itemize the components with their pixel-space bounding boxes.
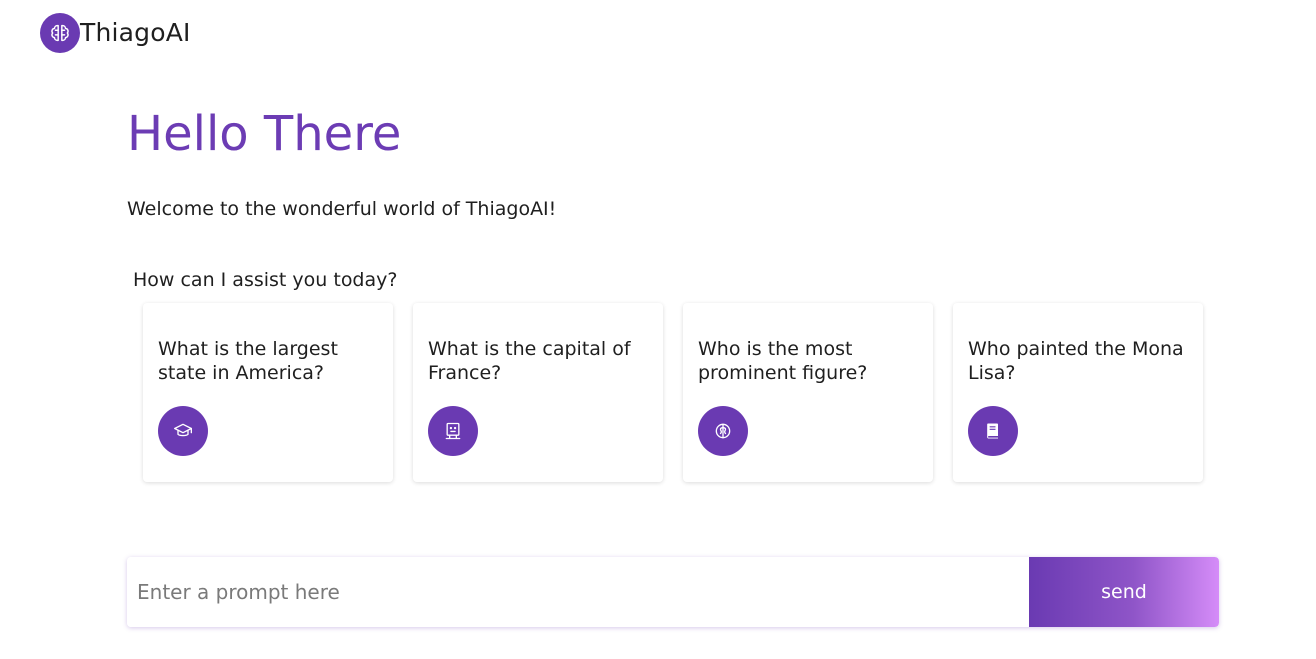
prompt-input[interactable] [127,557,1029,627]
graduation-cap-icon [158,406,208,456]
brain-icon [698,406,748,456]
book-icon [968,406,1018,456]
suggestion-card-capital-france[interactable]: What is the capital of France? [413,303,663,482]
brand[interactable]: ThiagoAI [40,13,191,53]
page: ThiagoAI Hello There Welcome to the wond… [0,0,1316,659]
robot-icon [428,406,478,456]
welcome-text: Welcome to the wonderful world of Thiago… [127,198,557,220]
suggestion-card-text: Who painted the Mona Lisa? [968,338,1184,384]
app-name: ThiagoAI [80,18,191,47]
suggestion-card-text: What is the capital of France? [428,338,631,384]
send-button[interactable]: send [1029,557,1219,627]
suggestion-card-text: Who is the most prominent figure? [698,338,868,384]
prompt-bar: send [127,557,1219,627]
suggestion-card-mona-lisa[interactable]: Who painted the Mona Lisa? [953,303,1203,482]
page-title: Hello There [127,106,402,162]
suggestion-card-text: What is the largest state in America? [158,338,338,384]
assist-prompt-text: How can I assist you today? [133,269,398,291]
brain-logo-icon [40,13,80,53]
suggestion-card-prominent-figure[interactable]: Who is the most prominent figure? [683,303,933,482]
suggestion-card-largest-state[interactable]: What is the largest state in America? [143,303,393,482]
